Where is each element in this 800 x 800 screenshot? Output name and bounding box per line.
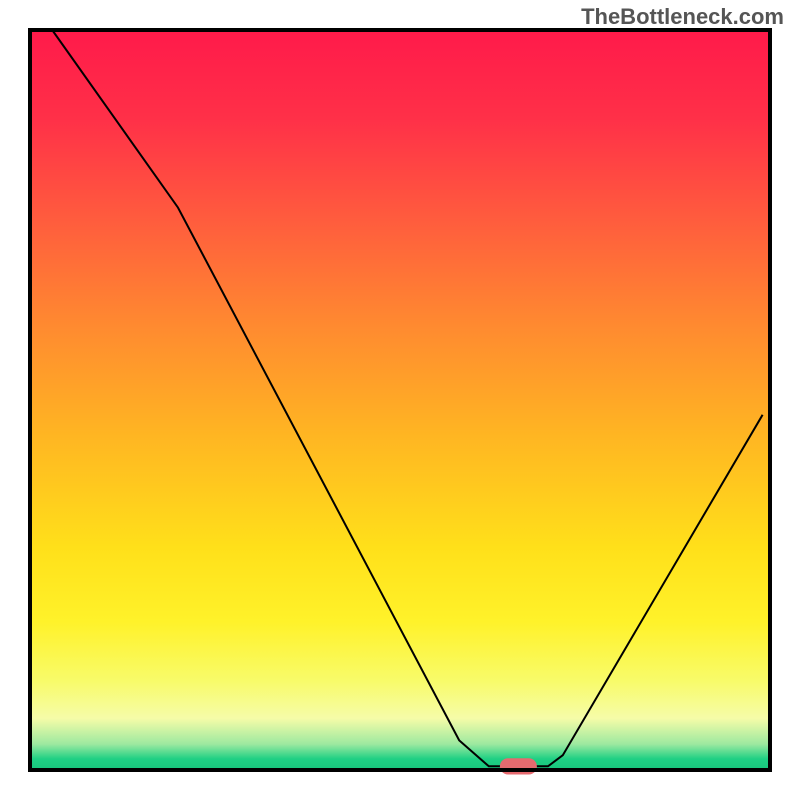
watermark-text: TheBottleneck.com	[581, 4, 784, 30]
optimal-marker	[500, 758, 537, 774]
bottleneck-chart: TheBottleneck.com	[0, 0, 800, 800]
plot-group	[30, 30, 770, 775]
chart-svg	[0, 0, 800, 800]
plot-background	[30, 30, 770, 770]
